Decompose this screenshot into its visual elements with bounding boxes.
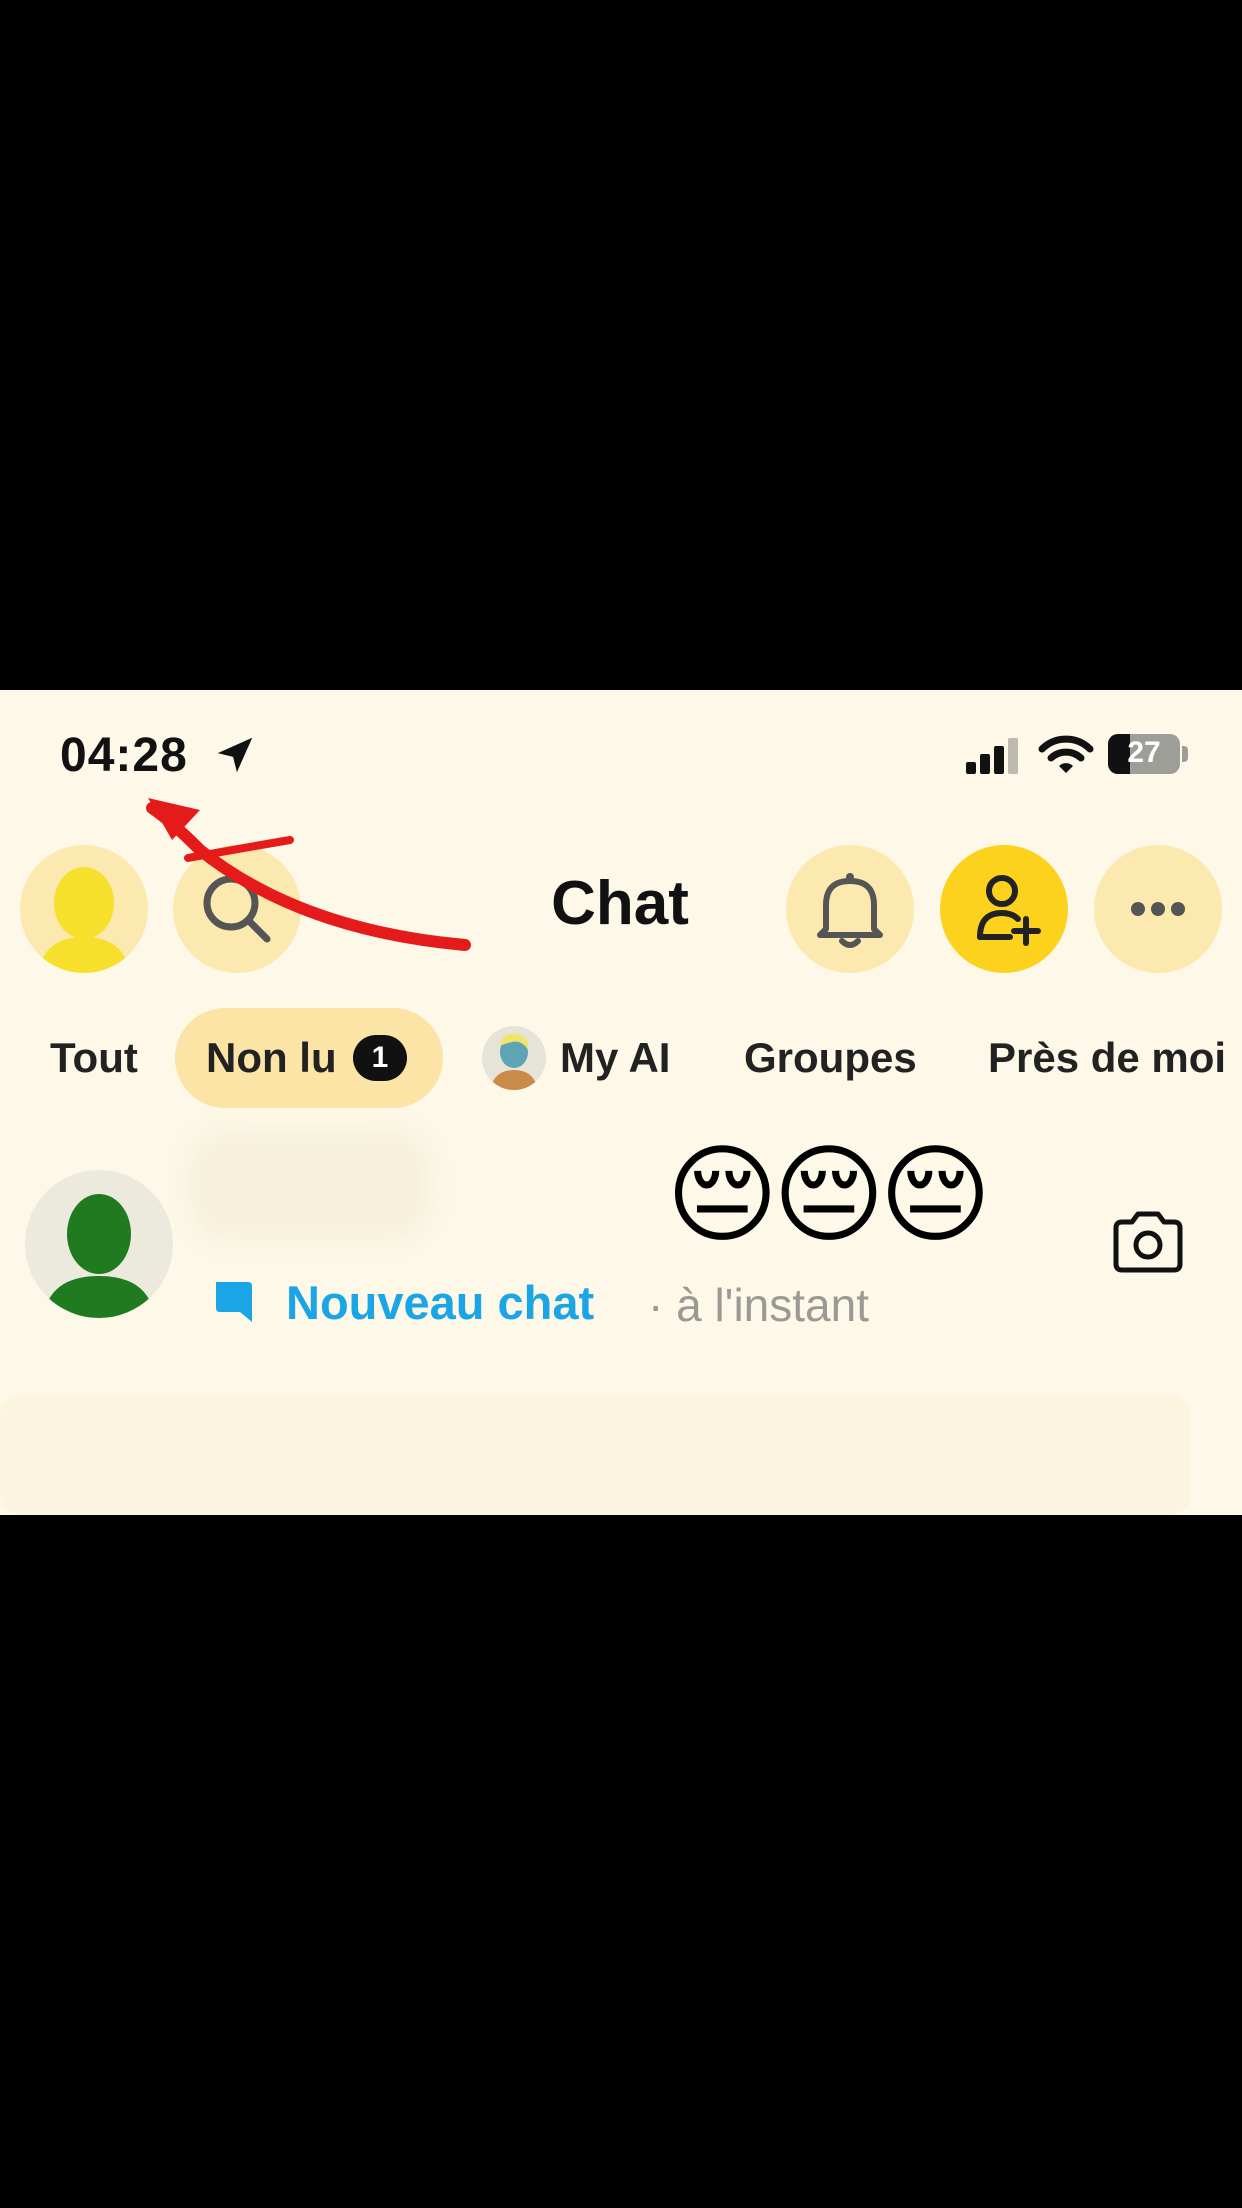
camera-reply-button[interactable]: [1110, 1210, 1186, 1276]
tab-groupes[interactable]: Groupes: [744, 1008, 917, 1108]
friend-avatar[interactable]: [25, 1170, 173, 1318]
new-chat-icon: [216, 1282, 252, 1322]
my-ai-avatar: [482, 1026, 546, 1090]
unread-count-badge: 1: [353, 1035, 407, 1081]
add-friend-button[interactable]: [940, 845, 1068, 973]
tab-non-lu[interactable]: Non lu 1: [175, 1008, 443, 1108]
chat-status-text: Nouveau chat: [286, 1276, 595, 1329]
location-arrow-icon: [217, 737, 253, 773]
more-button[interactable]: [1094, 845, 1222, 973]
tab-tout[interactable]: Tout: [50, 1008, 138, 1108]
battery-level: 27: [1127, 736, 1161, 769]
chat-timestamp: · à l'instant: [648, 1279, 869, 1331]
notifications-button[interactable]: [786, 845, 914, 973]
blurred-chat-row: [0, 1395, 1190, 1515]
more-icon: [1131, 902, 1185, 916]
add-friend-icon: [977, 875, 1041, 946]
snapchat-chat-screen: 04:28 27 Chat Tout Non lu 1 My AI Groupe…: [0, 690, 1242, 1515]
tab-non-lu-label: Non lu: [206, 1034, 337, 1081]
search-icon: [203, 875, 271, 943]
camera-icon: [1113, 1211, 1183, 1273]
profile-avatar: [38, 867, 130, 973]
status-time: 04:28: [60, 729, 188, 782]
tab-my-ai[interactable]: My AI: [560, 1008, 670, 1108]
wifi-icon: [1038, 735, 1094, 773]
tab-pres-de-moi[interactable]: Près de moi: [988, 1008, 1226, 1108]
page-title: Chat: [551, 869, 689, 938]
profile-avatar-button[interactable]: [20, 845, 148, 973]
search-button[interactable]: [173, 845, 301, 973]
signal-icon: [966, 738, 1018, 774]
battery-indicator: 27: [1108, 734, 1190, 776]
blurred-friend-name: [190, 1130, 430, 1240]
friend-emoji-status: 😔😔😔: [666, 1134, 992, 1255]
bell-icon: [817, 873, 883, 948]
